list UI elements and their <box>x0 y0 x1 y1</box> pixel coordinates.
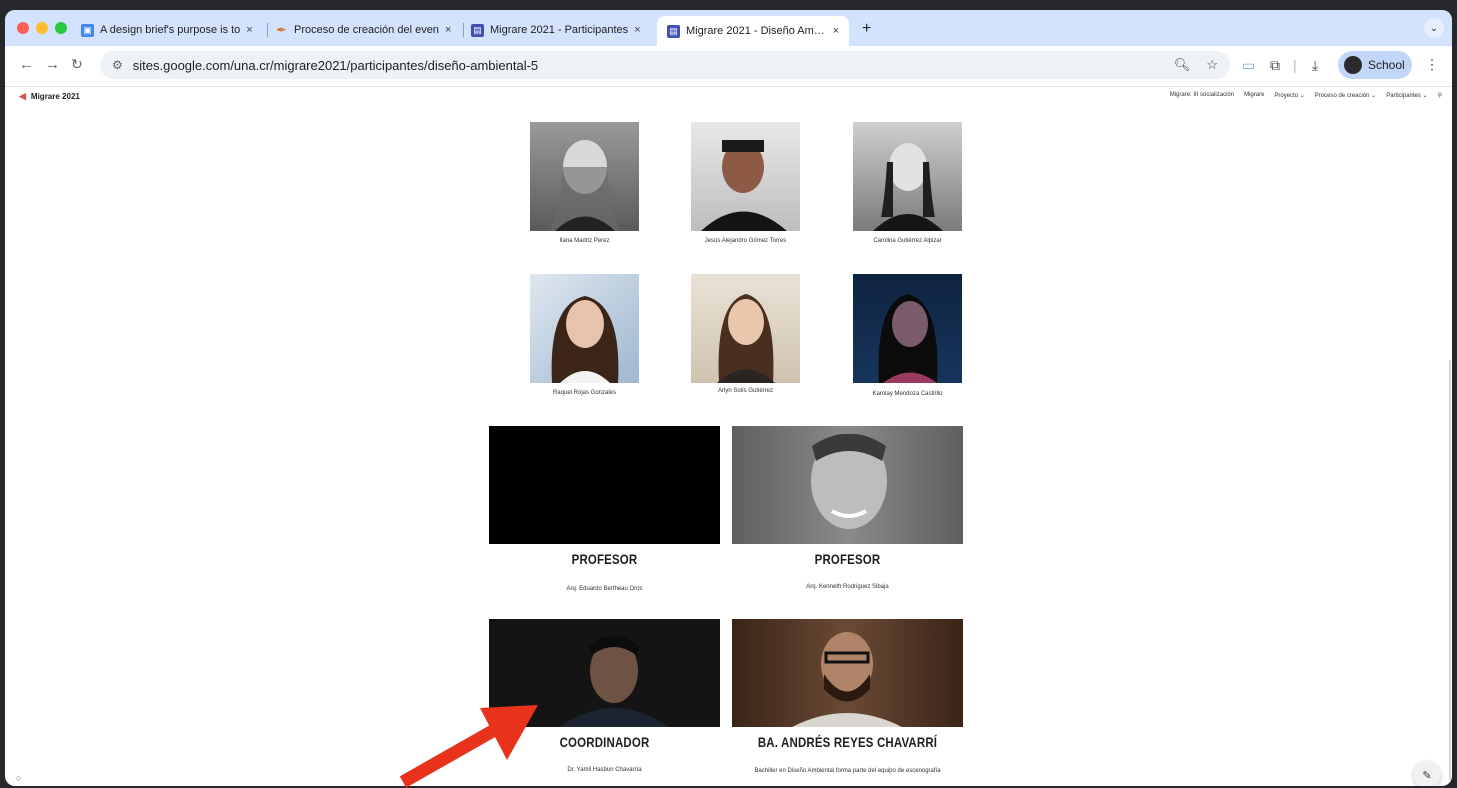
reading-list-icon[interactable]: ▭ <box>1242 57 1255 74</box>
forward-arrow-icon[interactable]: → <box>45 56 60 73</box>
portrait-silhouette-icon <box>878 294 938 383</box>
portrait-silhouette-icon <box>701 140 787 231</box>
site-header: ◀ Migrare 2021 Migrare: III socializació… <box>5 87 1452 107</box>
staff-role: BA. ANDRÉS REYES CHAVARRÍ <box>757 734 938 750</box>
staff-role: PROFESOR <box>814 551 881 567</box>
site-search-icon[interactable]: ⚲ <box>1438 92 1442 99</box>
tab-title: Migrare 2021 - Participantes <box>490 24 629 36</box>
tab-participantes[interactable]: ▤ Migrare 2021 - Participantes × <box>471 16 656 44</box>
info-circle-icon[interactable]: ○ <box>16 773 21 783</box>
nav-item-socializacion[interactable]: Migrare: III socialización <box>1170 92 1234 99</box>
nav-item-migrare[interactable]: Migrare <box>1244 92 1264 99</box>
student-photo <box>853 122 962 231</box>
close-tab-icon[interactable]: × <box>246 24 252 36</box>
sites-favicon-icon: ▤ <box>667 24 680 38</box>
tab-separator <box>463 23 464 37</box>
back-arrow-icon[interactable]: ← <box>19 56 34 73</box>
zoom-icon[interactable]: 🔍︎ <box>1174 57 1191 73</box>
portrait-silhouette-icon <box>811 433 887 529</box>
portrait-silhouette-icon <box>551 296 619 383</box>
student-photo <box>853 274 962 383</box>
student-photo <box>530 274 639 383</box>
close-tab-icon[interactable]: × <box>833 25 839 37</box>
student-photo <box>691 122 800 231</box>
nav-item-proceso[interactable]: Proceso de creación ⌄ <box>1315 92 1376 99</box>
student-name: Raquel Rojas Gonzales <box>552 390 617 396</box>
download-icon[interactable]: ⤓ <box>1312 57 1318 74</box>
staff-name: Bachiller en Diseño Ambiental forma part… <box>754 768 941 774</box>
portrait-silhouette-icon <box>550 140 620 231</box>
site-settings-icon[interactable]: ⚙ <box>112 58 123 72</box>
student-name: Jesús Alejandro Gómez Torres <box>704 238 787 244</box>
staff-photo-placeholder <box>489 426 720 544</box>
profile-button[interactable]: School <box>1338 51 1412 79</box>
reload-icon[interactable]: ↻ <box>71 56 83 73</box>
student-name: Carolina Gutiérrez Alpizar <box>873 238 942 244</box>
browser-toolbar: ← → ↻ ⚙ sites.google.com/una.cr/migrare2… <box>5 46 1452 87</box>
staff-photo <box>732 426 963 544</box>
staff-photo <box>732 619 963 727</box>
page-scrollbar[interactable] <box>1449 360 1451 780</box>
close-tab-icon[interactable]: × <box>634 24 640 36</box>
pencil-icon[interactable]: ✎ <box>1413 761 1441 786</box>
url-text[interactable]: sites.google.com/una.cr/migrare2021/part… <box>133 58 538 73</box>
sites-favicon-icon: ▤ <box>471 23 484 37</box>
portrait-silhouette-icon <box>717 294 775 383</box>
annotation-arrow-icon <box>399 705 538 788</box>
avatar <box>1344 56 1362 74</box>
tab-separator <box>267 23 268 37</box>
portrait-silhouette-icon <box>873 143 943 231</box>
more-menu-icon[interactable]: ⋮ <box>1425 56 1439 73</box>
profile-label: School <box>1368 58 1405 72</box>
student-name: Arlyn Solís Gutiérrez <box>717 388 774 394</box>
tab-diseno-ambiental[interactable]: ▤ Migrare 2021 - Diseño Ambie × <box>657 16 849 46</box>
browser-window: ▣ A design brief's purpose is to × ✒ Pro… <box>5 10 1452 786</box>
minimize-window-button[interactable] <box>36 22 48 34</box>
tab-proceso[interactable]: ✒ Proceso de creación del even × <box>275 16 459 44</box>
close-window-button[interactable] <box>17 22 29 34</box>
migrare-logo-icon: ◀ <box>19 91 26 101</box>
nav-item-participantes[interactable]: Participantes ⌄ <box>1386 92 1427 99</box>
site-nav: Migrare: III socialización Migrare Proye… <box>1170 92 1442 99</box>
tab-search-chevron-icon[interactable]: ⌄ <box>1424 18 1444 38</box>
student-photo <box>530 122 639 231</box>
toolbar-divider: | <box>1293 57 1297 73</box>
puzzle-icon[interactable]: ⧉ <box>1270 57 1280 74</box>
student-photo <box>691 274 800 383</box>
signature-favicon-icon: ✒ <box>276 23 287 37</box>
staff-role: PROFESOR <box>571 551 638 567</box>
staff-name: Arq. Eduardo Bertheau Oros <box>566 586 643 592</box>
student-name: Karolay Mendoza Castrillo <box>872 391 943 397</box>
star-icon[interactable]: ☆ <box>1206 57 1218 73</box>
site-logo[interactable]: ◀ Migrare 2021 <box>19 91 80 102</box>
tab-title: Migrare 2021 - Diseño Ambie <box>686 25 827 37</box>
staff-name: Arq. Kenneth Rodriguez Sibaja <box>806 584 889 590</box>
address-bar[interactable]: ⚙ sites.google.com/una.cr/migrare2021/pa… <box>100 51 1230 79</box>
new-tab-button[interactable]: + <box>862 20 871 38</box>
close-tab-icon[interactable]: × <box>445 24 451 36</box>
portrait-silhouette-icon <box>792 632 902 727</box>
tab-title: A design brief's purpose is to <box>100 24 241 36</box>
tab-design-brief[interactable]: ▣ A design brief's purpose is to × <box>81 16 261 44</box>
design-brief-favicon-icon: ▣ <box>81 23 94 37</box>
site-title: Migrare 2021 <box>30 92 80 101</box>
student-name: Ilana Madriz Perez <box>559 238 610 244</box>
tab-title: Proceso de creación del even <box>294 24 439 36</box>
tab-strip: ▣ A design brief's purpose is to × ✒ Pro… <box>5 10 1452 46</box>
nav-item-proyecto[interactable]: Proyecto ⌄ <box>1274 92 1304 99</box>
maximize-window-button[interactable] <box>55 22 67 34</box>
